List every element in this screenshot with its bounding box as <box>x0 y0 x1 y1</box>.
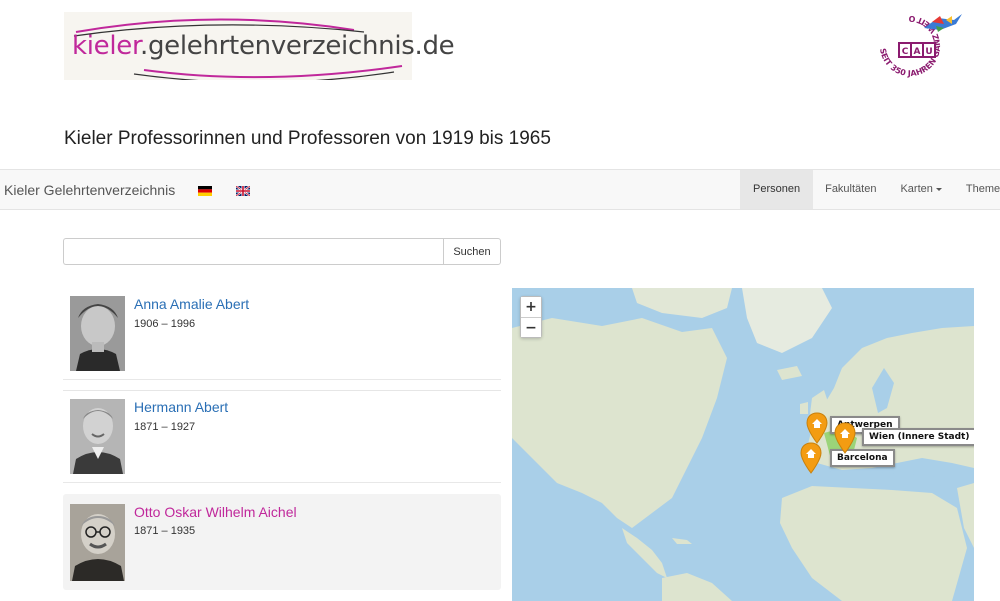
person-name-link[interactable]: Hermann Abert <box>134 399 228 415</box>
map-view[interactable]: Antwerpen Wien (Innere Stadt) Barcelona <box>512 288 974 601</box>
zoom-out-button[interactable]: − <box>521 317 541 337</box>
map-marker-icon[interactable] <box>800 442 822 474</box>
search-button[interactable]: Suchen <box>443 238 501 265</box>
map-marker-icon[interactable] <box>834 422 856 454</box>
person-years: 1906 – 1996 <box>134 318 196 330</box>
person-list-item[interactable]: Hermann Abert 1871 – 1927 <box>63 390 501 483</box>
cau-university-logo[interactable]: SEIT 350 JAHREN GANZ WEIT OBEN C A U <box>866 10 966 92</box>
svg-text:U: U <box>925 47 932 57</box>
map-label-wien[interactable]: Wien (Innere Stadt) <box>862 428 974 446</box>
nav-item-fakultaeten[interactable]: Fakultäten <box>813 170 888 209</box>
svg-text:C: C <box>902 47 909 57</box>
person-list-item[interactable]: Anna Amalie Abert 1906 – 1996 <box>63 288 501 380</box>
person-list-item-selected[interactable]: Otto Oskar Wilhelm Aichel 1871 – 1935 <box>63 494 501 590</box>
nav-item-karten[interactable]: Karten <box>888 170 953 209</box>
person-portrait <box>70 504 125 581</box>
logo-text: kieler.gelehrtenverzeichnis.de <box>72 31 455 61</box>
nav-menu: Personen Fakultäten Karten Themen <box>740 170 1000 209</box>
list-divider <box>63 482 501 483</box>
svg-text:A: A <box>914 47 921 57</box>
list-divider <box>63 379 501 380</box>
person-name-link[interactable]: Anna Amalie Abert <box>134 296 249 312</box>
page-title: Kieler Professorinnen und Professoren vo… <box>64 128 551 149</box>
german-flag-icon[interactable] <box>198 186 212 196</box>
nav-item-personen[interactable]: Personen <box>740 170 814 209</box>
main-navbar: Kieler Gelehrtenverzeichnis Personen Fak… <box>0 169 1000 210</box>
search-input[interactable] <box>63 238 444 265</box>
person-years: 1871 – 1927 <box>134 421 196 433</box>
nav-item-themen[interactable]: Themen <box>954 170 1000 209</box>
caret-down-icon <box>935 187 942 191</box>
person-portrait <box>70 399 125 474</box>
person-portrait <box>70 296 125 371</box>
english-flag-icon[interactable] <box>236 186 250 196</box>
map-marker-icon[interactable] <box>806 412 828 444</box>
person-years: 1871 – 1935 <box>134 525 196 537</box>
navbar-brand[interactable]: Kieler Gelehrtenverzeichnis <box>4 182 175 198</box>
site-logo[interactable]: kieler.gelehrtenverzeichnis.de <box>64 12 455 80</box>
person-name-link[interactable]: Otto Oskar Wilhelm Aichel <box>134 504 297 520</box>
nav-item-karten-label: Karten <box>900 183 933 195</box>
zoom-in-button[interactable]: + <box>521 297 541 317</box>
map-zoom-control: + − <box>520 296 542 338</box>
